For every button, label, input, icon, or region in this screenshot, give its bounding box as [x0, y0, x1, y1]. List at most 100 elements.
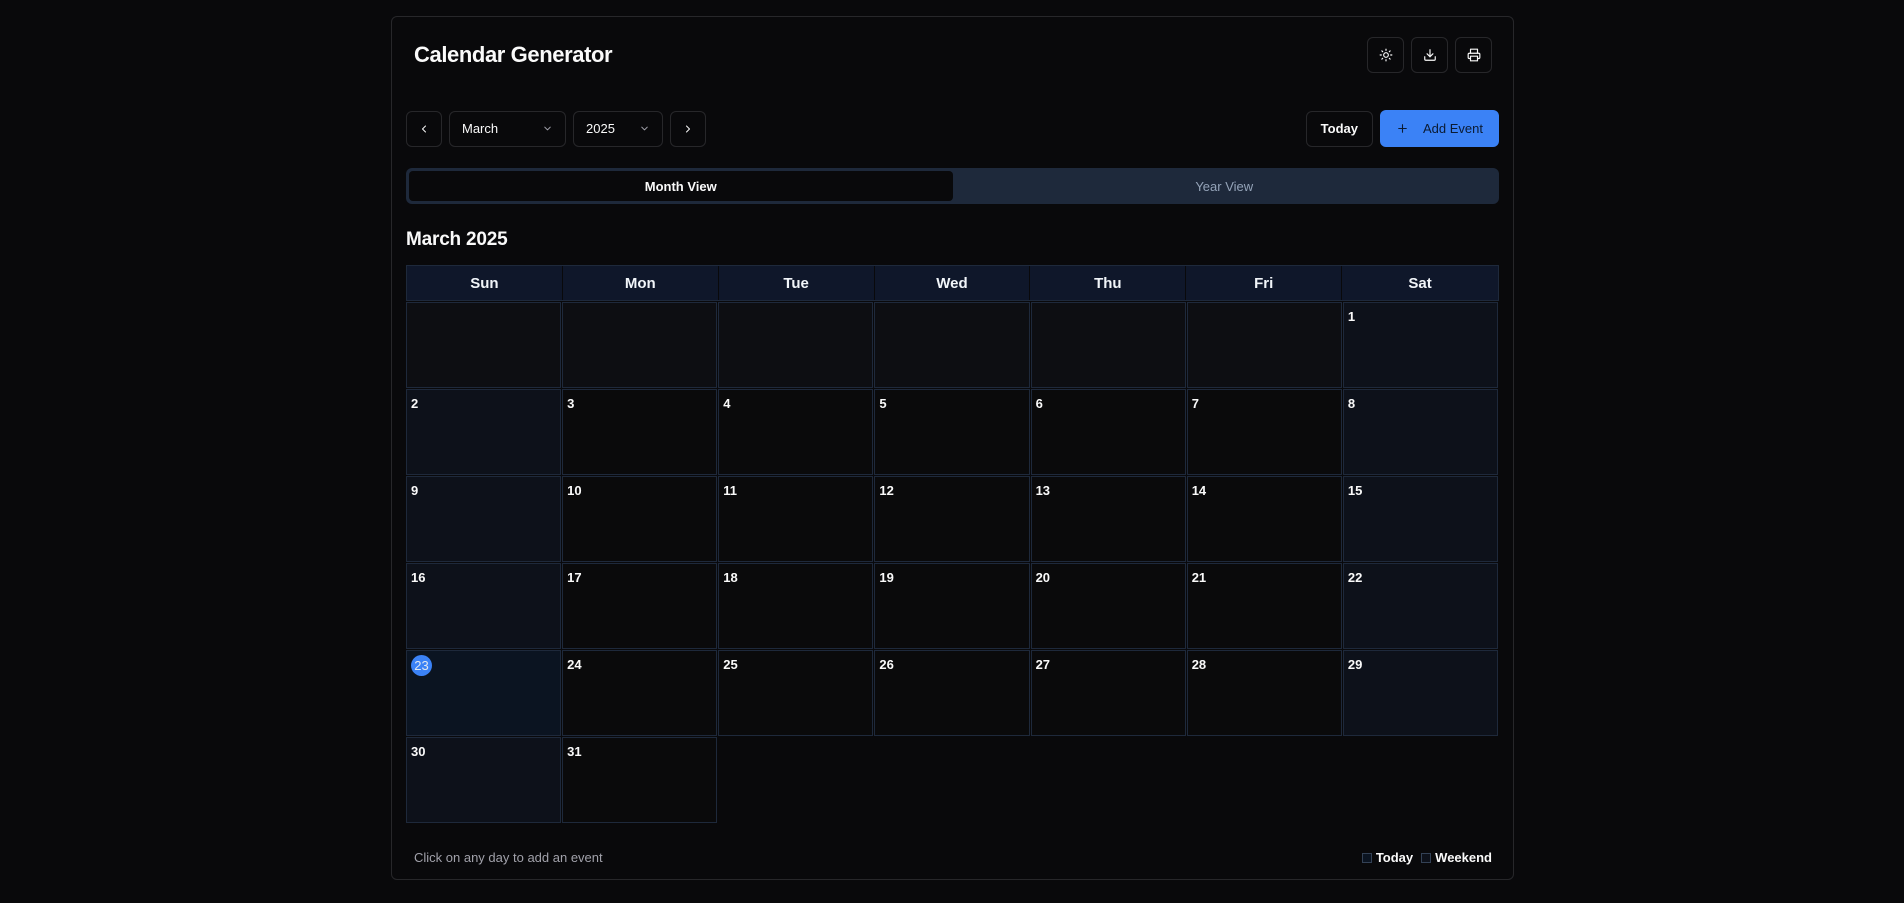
- day-cell[interactable]: 7: [1186, 389, 1342, 475]
- add-event-label: Add Event: [1423, 121, 1483, 136]
- year-select[interactable]: 2025: [573, 110, 663, 147]
- day-number: 7: [1191, 396, 1199, 411]
- day-cell[interactable]: 21: [1186, 563, 1342, 649]
- weekday-label: Thu: [1030, 266, 1187, 300]
- next-month-button[interactable]: [670, 110, 706, 147]
- day-number: 4: [723, 396, 731, 411]
- day-cell[interactable]: 16: [406, 563, 562, 649]
- day-cell[interactable]: 6: [1030, 389, 1186, 475]
- day-cell[interactable]: 18: [718, 563, 874, 649]
- plus-icon: [1398, 124, 1407, 133]
- day-number: 15: [1347, 483, 1363, 498]
- day-number: 30: [411, 744, 426, 759]
- empty-day-cell: [1186, 302, 1342, 388]
- print-button[interactable]: [1455, 37, 1492, 73]
- day-cell[interactable]: 8: [1342, 389, 1498, 475]
- day-number: 20: [1035, 570, 1051, 585]
- day-cell[interactable]: 5: [874, 389, 1030, 475]
- day-cell[interactable]: 20: [1030, 563, 1186, 649]
- day-cell[interactable]: 12: [874, 476, 1030, 562]
- day-cell[interactable]: 2: [406, 389, 562, 475]
- sun-icon: [1379, 48, 1392, 62]
- header: Calendar Generator: [414, 37, 1492, 73]
- footer-hint: Click on any day to add an event: [414, 850, 603, 865]
- printer-icon: [1467, 48, 1480, 62]
- day-cell[interactable]: 4: [718, 389, 874, 475]
- chevron-left-icon: [422, 125, 426, 132]
- day-cell[interactable]: 31: [562, 737, 718, 823]
- day-number: 11: [723, 483, 738, 498]
- theme-toggle-button[interactable]: [1367, 37, 1404, 73]
- today-swatch: [1361, 852, 1372, 863]
- tab-month-view[interactable]: Month View: [409, 171, 953, 201]
- today-button[interactable]: Today: [1305, 110, 1373, 147]
- empty-day-cell: [718, 302, 874, 388]
- day-number: 27: [1035, 657, 1051, 672]
- empty-day-cell: [874, 302, 1030, 388]
- empty-day-cell: [1030, 302, 1186, 388]
- day-cell[interactable]: 26: [874, 650, 1030, 736]
- day-number: 10: [567, 483, 582, 498]
- footer: Click on any day to add an event Today W…: [414, 850, 1492, 865]
- day-cell[interactable]: 13: [1030, 476, 1186, 562]
- chevron-down-icon: [544, 126, 551, 131]
- day-number: 1: [1347, 309, 1356, 324]
- weekend-swatch: [1421, 852, 1432, 863]
- view-tabs: Month View Year View: [406, 168, 1499, 204]
- day-cell[interactable]: 9: [406, 476, 562, 562]
- month-select[interactable]: March: [449, 110, 566, 147]
- add-event-button[interactable]: Add Event: [1380, 110, 1499, 147]
- weekday-label: Mon: [563, 266, 719, 300]
- day-cell[interactable]: 15: [1342, 476, 1498, 562]
- day-cell[interactable]: 17: [562, 563, 718, 649]
- month-select-value: March: [462, 121, 499, 136]
- tab-year-view[interactable]: Year View: [953, 171, 1497, 201]
- day-number: 28: [1191, 657, 1207, 672]
- day-cell[interactable]: 27: [1030, 650, 1186, 736]
- day-cell[interactable]: 25: [718, 650, 874, 736]
- page-title: Calendar Generator: [414, 42, 613, 67]
- calendar-card: Calendar Generator March 2025 Today Add …: [391, 16, 1514, 880]
- weekday-label: Wed: [875, 266, 1031, 300]
- day-number: 19: [879, 570, 894, 585]
- year-select-value: 2025: [586, 121, 615, 136]
- day-number: 29: [1347, 657, 1363, 672]
- legend-today: Today: [1361, 850, 1413, 865]
- day-number: 2: [411, 396, 419, 411]
- day-number: 13: [1035, 483, 1051, 498]
- day-cell[interactable]: 19: [874, 563, 1030, 649]
- day-cell[interactable]: 24: [562, 650, 718, 736]
- day-number: 31: [567, 744, 582, 759]
- day-cell-today[interactable]: 23: [406, 650, 562, 736]
- day-number: 22: [1347, 570, 1363, 585]
- legend-weekend: Weekend: [1421, 850, 1492, 865]
- day-number: 3: [567, 396, 575, 411]
- month-navigation: March 2025: [406, 110, 706, 147]
- previous-month-button[interactable]: [406, 110, 442, 147]
- days-grid: 1 2 3 4 5 6 7 8 9 10 11 12 13 14 15 16 17 18 19 20 21 22 23 24 2…: [406, 302, 1499, 824]
- empty-day-cell: [406, 302, 562, 388]
- day-cell[interactable]: 28: [1186, 650, 1342, 736]
- day-number: 17: [567, 570, 582, 585]
- weekday-label: Sun: [407, 266, 563, 300]
- day-cell[interactable]: 30: [406, 737, 562, 823]
- day-number: 26: [879, 657, 894, 672]
- legend-weekend-label: Weekend: [1435, 850, 1492, 865]
- calendar-grid: Sun Mon Tue Wed Thu Fri Sat 1 2 3 4 5 6 7 8 9 10 1…: [406, 265, 1499, 824]
- day-cell[interactable]: 29: [1342, 650, 1498, 736]
- day-number: 5: [879, 396, 887, 411]
- chevron-right-icon: [686, 125, 690, 132]
- day-cell[interactable]: 11: [718, 476, 874, 562]
- header-actions: [1367, 37, 1492, 73]
- download-button[interactable]: [1411, 37, 1448, 73]
- day-cell[interactable]: 22: [1342, 563, 1498, 649]
- day-cell[interactable]: 1: [1342, 302, 1498, 388]
- day-cell[interactable]: 3: [562, 389, 718, 475]
- chevron-down-icon: [641, 126, 648, 131]
- day-cell[interactable]: 10: [562, 476, 718, 562]
- download-icon: [1423, 49, 1436, 61]
- day-cell[interactable]: 14: [1186, 476, 1342, 562]
- day-number: 25: [723, 657, 738, 672]
- weekday-label: Tue: [719, 266, 875, 300]
- day-number: 9: [411, 483, 419, 498]
